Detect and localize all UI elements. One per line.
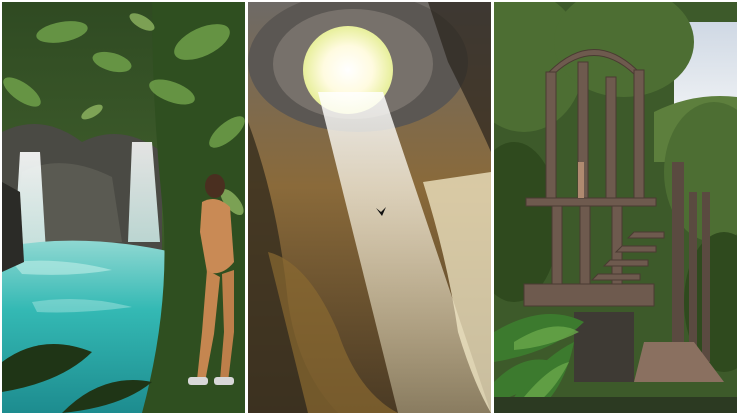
photo-collage [0,0,739,415]
surreal-garden-photo [494,2,737,413]
waterfall-jungle-photo [2,2,245,413]
surreal-garden-image [494,2,737,413]
cave-sinkhole-photo [248,2,491,413]
person-figure [578,162,584,198]
cave-sinkhole-image [248,2,491,413]
waterfall-jungle-image [2,2,245,413]
